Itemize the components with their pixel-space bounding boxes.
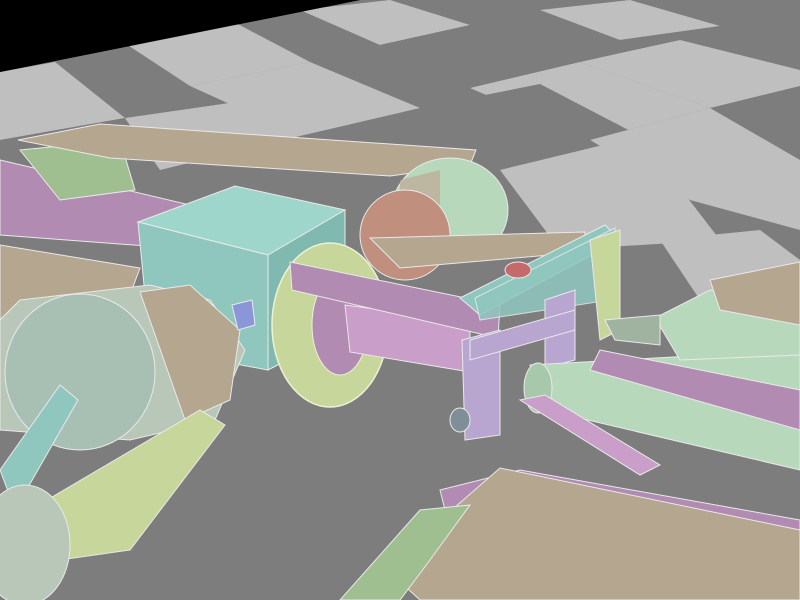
coral-knob	[504, 261, 532, 279]
scene-canvas	[0, 0, 800, 600]
slate-knob	[449, 407, 471, 433]
viewport-3d[interactable]	[0, 0, 800, 600]
